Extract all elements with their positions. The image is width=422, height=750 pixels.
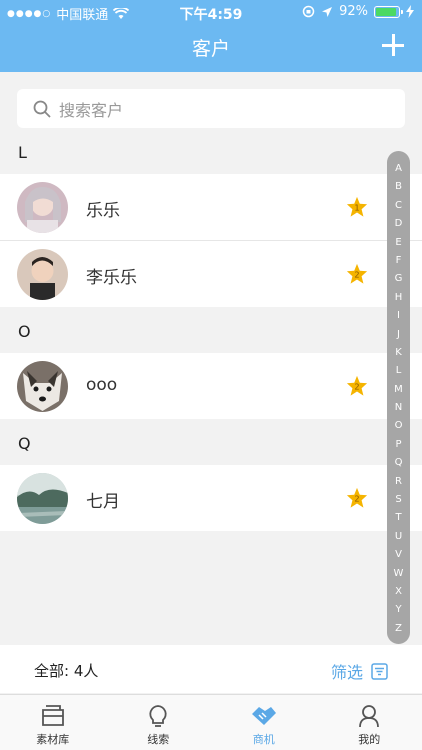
tab-label: 我的 bbox=[358, 733, 381, 746]
index-letter-w[interactable]: W bbox=[394, 568, 404, 579]
filter-icon bbox=[371, 662, 388, 680]
lightbulb-icon bbox=[149, 705, 167, 727]
section-header-l: L bbox=[18, 143, 27, 162]
index-letter-y[interactable]: Y bbox=[395, 605, 401, 615]
tab-library[interactable]: 素材库 bbox=[0, 695, 106, 750]
index-letter-n[interactable]: N bbox=[395, 403, 402, 413]
index-letter-g[interactable]: G bbox=[395, 274, 403, 284]
orientation-lock-icon bbox=[302, 5, 315, 18]
person-icon bbox=[359, 705, 380, 728]
customer-row[interactable]: ooo 2 bbox=[0, 353, 422, 419]
status-bar: ●●●●○ 中国联通 下午4:59 92% bbox=[0, 0, 422, 24]
index-letter-f[interactable]: F bbox=[396, 255, 402, 266]
filter-label: 筛选 bbox=[330, 663, 363, 682]
index-letter-c[interactable]: C bbox=[395, 200, 402, 211]
tab-opportunities[interactable]: 商机 bbox=[211, 695, 317, 750]
avatar bbox=[17, 361, 68, 412]
rank-number: 1 bbox=[354, 203, 359, 213]
index-letter-x[interactable]: X bbox=[395, 586, 402, 597]
tab-me[interactable]: 我的 bbox=[317, 695, 422, 750]
index-letter-s[interactable]: S bbox=[395, 495, 401, 505]
index-letter-p[interactable]: P bbox=[395, 439, 401, 450]
index-letter-a[interactable]: A bbox=[395, 164, 402, 174]
customer-row[interactable]: 七月 2 bbox=[0, 465, 422, 531]
search-placeholder: 搜索客户 bbox=[59, 100, 124, 120]
index-letter-h[interactable]: H bbox=[395, 292, 403, 303]
top-bar: ●●●●○ 中国联通 下午4:59 92% 客户 bbox=[0, 0, 422, 72]
rank-number: 2 bbox=[354, 494, 359, 504]
index-letter-j[interactable]: J bbox=[397, 329, 400, 340]
tab-bar: 素材库 线索 商机 我的 bbox=[0, 694, 422, 750]
battery-icon bbox=[374, 5, 403, 18]
index-letter-q[interactable]: Q bbox=[395, 458, 403, 468]
customer-name: ooo bbox=[86, 375, 118, 395]
index-letter-o[interactable]: O bbox=[395, 421, 403, 431]
page-title: 客户 bbox=[191, 38, 230, 60]
avatar bbox=[17, 473, 68, 524]
rank-number: 2 bbox=[354, 270, 359, 280]
handshake-icon bbox=[251, 707, 276, 725]
tab-label: 素材库 bbox=[36, 733, 70, 746]
folder-icon bbox=[41, 705, 64, 726]
index-letter-z[interactable]: Z bbox=[395, 623, 402, 634]
alphabet-index-bar[interactable]: ABCDEFGHIJKLMNOPQRSTUVWXYZ bbox=[387, 151, 410, 644]
index-letter-i[interactable]: I bbox=[397, 311, 400, 321]
location-icon bbox=[322, 6, 333, 17]
index-letter-d[interactable]: D bbox=[395, 219, 403, 229]
star-badge-icon: 1 bbox=[346, 196, 368, 217]
search-icon bbox=[33, 100, 51, 118]
tab-label: 商机 bbox=[252, 733, 275, 746]
index-letter-m[interactable]: M bbox=[394, 384, 403, 395]
avatar bbox=[17, 249, 68, 300]
star-badge-icon: 2 bbox=[346, 263, 368, 284]
avatar bbox=[17, 182, 68, 233]
star-badge-icon: 2 bbox=[346, 487, 368, 508]
battery-percent: 92% bbox=[339, 4, 368, 19]
charging-icon bbox=[406, 5, 414, 18]
index-letter-k[interactable]: K bbox=[395, 347, 402, 358]
rank-number: 2 bbox=[354, 382, 359, 392]
customer-row[interactable]: 乐乐 1 bbox=[0, 174, 422, 240]
index-letter-t[interactable]: T bbox=[395, 513, 401, 523]
section-header-o: O bbox=[18, 322, 31, 341]
customer-name: 李乐乐 bbox=[86, 268, 137, 288]
customer-row[interactable]: 李乐乐 2 bbox=[0, 241, 422, 307]
index-letter-u[interactable]: U bbox=[395, 531, 402, 542]
index-letter-l[interactable]: L bbox=[396, 366, 402, 376]
tab-leads[interactable]: 线索 bbox=[106, 695, 212, 750]
section-header-q: Q bbox=[18, 434, 31, 453]
index-letter-v[interactable]: V bbox=[395, 550, 402, 560]
index-letter-e[interactable]: E bbox=[395, 237, 401, 248]
customer-name: 乐乐 bbox=[86, 201, 120, 221]
total-count: 全部: 4人 bbox=[34, 662, 99, 680]
index-letter-r[interactable]: R bbox=[395, 476, 402, 487]
search-input[interactable]: 搜索客户 bbox=[17, 89, 405, 128]
add-customer-button[interactable] bbox=[382, 34, 404, 56]
star-badge-icon: 2 bbox=[346, 375, 368, 396]
summary-bar: 全部: 4人 筛选 bbox=[0, 645, 422, 693]
filter-button[interactable]: 筛选 bbox=[331, 659, 388, 683]
customer-name: 七月 bbox=[86, 492, 120, 512]
index-letter-b[interactable]: B bbox=[395, 182, 402, 192]
tab-label: 线索 bbox=[147, 733, 170, 746]
